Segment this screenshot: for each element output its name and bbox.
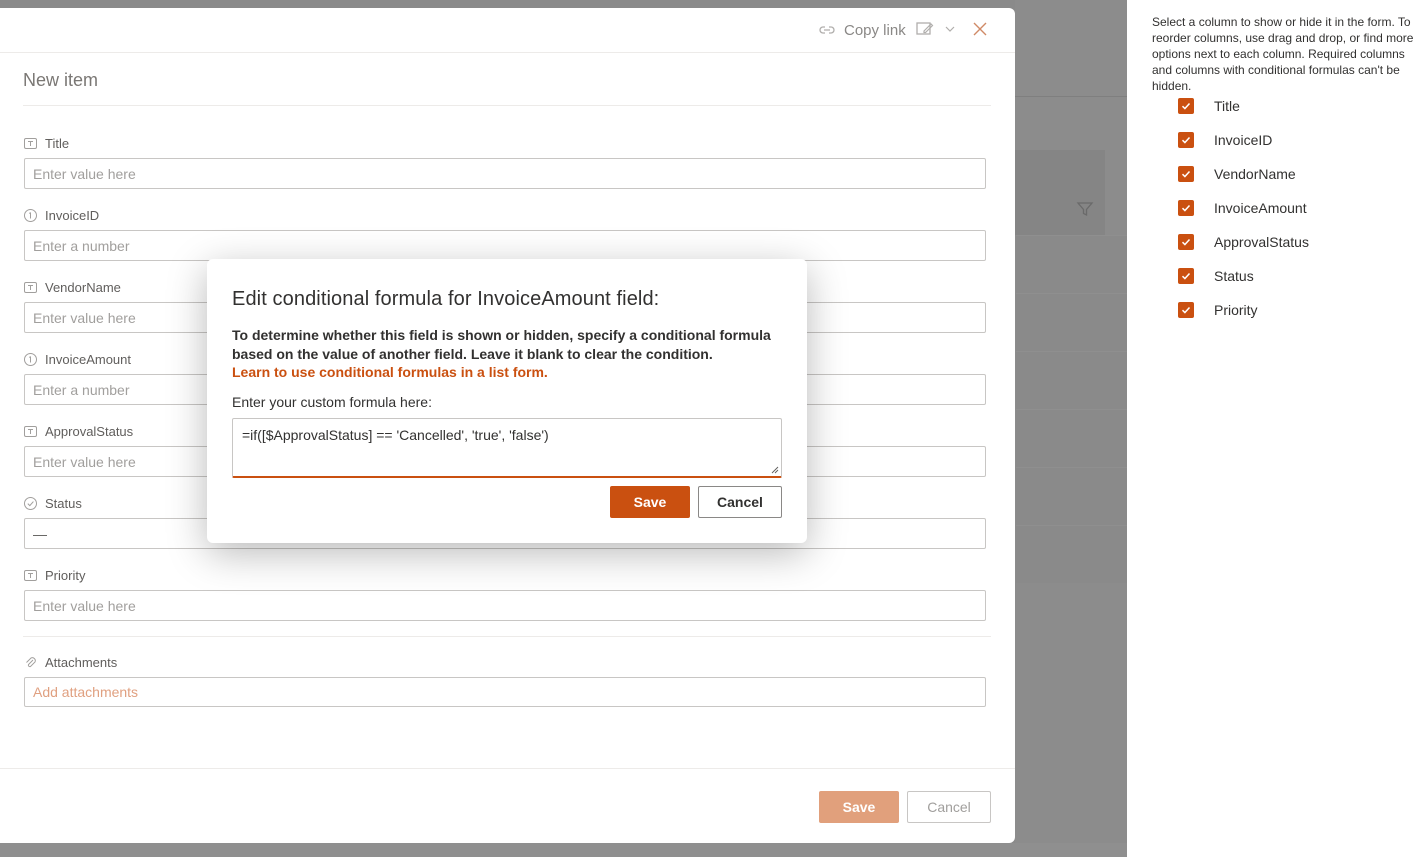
background-footer bbox=[0, 843, 1127, 857]
column-label: InvoiceAmount bbox=[1214, 200, 1307, 216]
priority-input[interactable]: Enter value here bbox=[24, 590, 986, 621]
checkbox-checked-icon[interactable] bbox=[1178, 132, 1194, 148]
checkbox-checked-icon[interactable] bbox=[1178, 302, 1194, 318]
choice-field-icon bbox=[24, 496, 37, 510]
background-rows bbox=[1016, 235, 1127, 583]
background-row bbox=[1016, 293, 1127, 351]
title-divider bbox=[23, 105, 991, 106]
number-field-icon bbox=[24, 208, 37, 222]
cancel-button[interactable]: Cancel bbox=[907, 791, 991, 823]
text-field-icon bbox=[24, 281, 37, 293]
field-label: ApprovalStatus bbox=[45, 423, 134, 439]
invoiceid-input[interactable]: Enter a number bbox=[24, 230, 986, 261]
field-label: Attachments bbox=[45, 654, 118, 670]
formula-textarea[interactable]: =if([$ApprovalStatus] == 'Cancelled', 't… bbox=[232, 418, 782, 478]
background-row bbox=[1016, 235, 1127, 293]
number-field-icon bbox=[24, 352, 37, 366]
column-item-status[interactable]: Status bbox=[1178, 266, 1254, 286]
conditional-formula-dialog: Edit conditional formula for InvoiceAmou… bbox=[207, 259, 807, 543]
paperclip-icon bbox=[26, 656, 36, 667]
background-divider bbox=[1015, 96, 1127, 97]
column-item-approvalstatus[interactable]: ApprovalStatus bbox=[1178, 232, 1309, 252]
text-field-icon bbox=[24, 137, 37, 149]
columns-help-text: Select a column to show or hide it in th… bbox=[1152, 15, 1414, 93]
edit-form-menu[interactable] bbox=[915, 20, 955, 38]
dialog-cancel-button[interactable]: Cancel bbox=[698, 486, 782, 518]
background-row bbox=[1016, 467, 1127, 525]
field-label: InvoiceAmount bbox=[45, 351, 131, 367]
field-label: Priority bbox=[45, 567, 86, 583]
field-label: Title bbox=[45, 135, 70, 151]
formula-value: =if([$ApprovalStatus] == 'Cancelled', 't… bbox=[242, 427, 549, 443]
filter-icon bbox=[1076, 202, 1094, 217]
save-button[interactable]: Save bbox=[819, 791, 899, 823]
text-field-icon bbox=[24, 569, 37, 581]
resize-grip-icon[interactable] bbox=[771, 466, 779, 474]
edit-form-icon bbox=[916, 22, 934, 35]
column-label: VendorName bbox=[1214, 166, 1296, 182]
add-attachments-button[interactable]: Add attachments bbox=[24, 677, 986, 707]
checkbox-checked-icon[interactable] bbox=[1178, 200, 1194, 216]
field-priority: Priority Enter value here bbox=[24, 566, 986, 621]
dialog-title: Edit conditional formula for InvoiceAmou… bbox=[232, 288, 660, 310]
attachments-divider bbox=[23, 636, 991, 637]
field-label: Status bbox=[45, 495, 82, 511]
field-attachments: Attachments Add attachments bbox=[24, 653, 986, 707]
copy-link-label: Copy link bbox=[844, 21, 906, 39]
checkbox-checked-icon[interactable] bbox=[1178, 268, 1194, 284]
field-title: Title Enter value here bbox=[24, 134, 986, 189]
footer-divider bbox=[0, 768, 1015, 769]
dialog-description: To determine whether this field is shown… bbox=[232, 327, 771, 362]
learn-formulas-link[interactable]: Learn to use conditional formulas in a l… bbox=[232, 364, 548, 380]
panel-toolbar: Copy link bbox=[0, 8, 1015, 53]
title-input[interactable]: Enter value here bbox=[24, 158, 986, 189]
edit-columns-panel: Select a column to show or hide it in th… bbox=[1127, 0, 1421, 857]
dialog-save-button[interactable]: Save bbox=[610, 486, 690, 518]
column-label: Status bbox=[1214, 268, 1254, 284]
background-column-header bbox=[1015, 150, 1105, 235]
text-field-icon bbox=[24, 425, 37, 437]
link-icon bbox=[819, 26, 835, 34]
column-item-priority[interactable]: Priority bbox=[1178, 300, 1258, 320]
column-item-title[interactable]: Title bbox=[1178, 96, 1240, 116]
column-item-invoiceamount[interactable]: InvoiceAmount bbox=[1178, 198, 1307, 218]
column-item-invoiceid[interactable]: InvoiceID bbox=[1178, 130, 1272, 150]
page-title: New item bbox=[23, 70, 99, 90]
checkbox-checked-icon[interactable] bbox=[1178, 234, 1194, 250]
close-icon[interactable] bbox=[972, 21, 988, 37]
checkbox-checked-icon[interactable] bbox=[1178, 166, 1194, 182]
background-row bbox=[1016, 409, 1127, 467]
field-invoiceid: InvoiceID Enter a number bbox=[24, 206, 986, 261]
background-row bbox=[1016, 525, 1127, 583]
field-label: InvoiceID bbox=[45, 207, 100, 223]
column-label: Title bbox=[1214, 98, 1240, 114]
field-label: VendorName bbox=[45, 279, 121, 295]
formula-label: Enter your custom formula here: bbox=[232, 394, 432, 410]
column-label: ApprovalStatus bbox=[1214, 234, 1309, 250]
checkbox-checked-icon[interactable] bbox=[1178, 98, 1194, 114]
chevron-down-icon bbox=[945, 26, 955, 32]
copy-link-button[interactable]: Copy link bbox=[818, 20, 906, 40]
column-item-vendorname[interactable]: VendorName bbox=[1178, 164, 1296, 184]
column-label: Priority bbox=[1214, 302, 1258, 318]
background-row bbox=[1016, 351, 1127, 409]
column-label: InvoiceID bbox=[1214, 132, 1273, 148]
